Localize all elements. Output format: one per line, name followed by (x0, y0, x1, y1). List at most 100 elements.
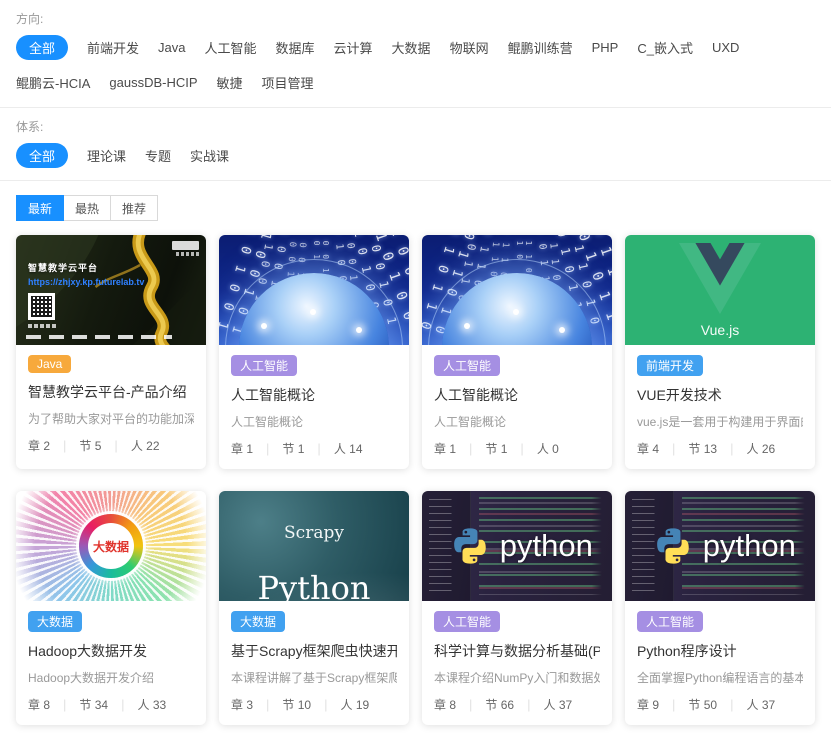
category-badge: 大数据 (231, 611, 285, 632)
python-logo-icon (449, 525, 491, 567)
python-wordmark: python (703, 528, 796, 564)
direction-tag-cloud[interactable]: 云计算 (334, 35, 373, 60)
glow-dot (261, 323, 267, 329)
course-card-vue[interactable]: Vue.js 前端开发 VUE开发技术 vue.js是一套用于构建用于界面的..… (625, 235, 815, 469)
stat-separator: | (672, 697, 675, 712)
vuejs-wordmark: Vue.js (701, 322, 739, 338)
chapter-count: 章 2 (28, 437, 50, 454)
course-title: VUE开发技术 (637, 385, 803, 405)
section-count: 节 10 (282, 696, 311, 713)
course-card-scrapy[interactable]: Scrapy Python 大数据 基于Scrapy框架爬虫快速开发(... 本… (219, 491, 409, 725)
card-body: 大数据 基于Scrapy框架爬虫快速开发(... 本课程讲解了基于Scrapy框… (219, 601, 409, 725)
stat-separator: | (266, 441, 269, 456)
stat-separator: | (324, 697, 327, 712)
direction-filter-label: 方向: (16, 10, 815, 27)
section-divider (0, 180, 831, 181)
sort-hottest-button[interactable]: 最热 (63, 195, 111, 221)
sort-latest-button[interactable]: 最新 (16, 195, 64, 221)
chapter-count: 章 4 (637, 440, 659, 457)
system-filter-label: 体系: (16, 118, 815, 135)
direction-tag-database[interactable]: 数据库 (276, 35, 315, 60)
direction-tag-kunpeng-camp[interactable]: 鲲鹏训练营 (508, 35, 573, 60)
card-body: 人工智能 Python程序设计 全面掌握Python编程语言的基本语... 章 … (625, 601, 815, 725)
people-count: 人 14 (334, 440, 363, 457)
direction-tag-java[interactable]: Java (158, 37, 185, 58)
course-stats: 章 9| 节 50| 人 37 (637, 696, 803, 713)
direction-filter-section: 方向: 全部 前端开发 Java 人工智能 数据库 云计算 大数据 物联网 鲲鹏… (16, 10, 815, 95)
direction-tag-list: 全部 前端开发 Java 人工智能 数据库 云计算 大数据 物联网 鲲鹏训练营 … (16, 35, 806, 95)
category-badge: 大数据 (28, 611, 82, 632)
stat-separator: | (730, 697, 733, 712)
course-card-hadoop[interactable]: 大数据 大数据 Hadoop大数据开发 Hadoop大数据开发介绍 章 8| 节… (16, 491, 206, 725)
vuejs-logo-icon (679, 243, 761, 314)
direction-tag-iot[interactable]: 物联网 (450, 35, 489, 60)
cover-platform-url: https://zhjxy.kp.futurelab.tv (28, 277, 144, 287)
direction-tag-project-mgmt[interactable]: 项目管理 (262, 70, 314, 95)
direction-tag-kunpeng-hcia[interactable]: 鲲鹏云-HCIA (16, 70, 90, 95)
stat-separator: | (520, 441, 523, 456)
direction-tag-uxd[interactable]: UXD (712, 37, 739, 58)
course-card-ai-intro-2[interactable]: 0 1 1 0 1 0 0 1 0 1 1 0 0 1 1 0 1 0 0 1 … (422, 235, 612, 469)
cover-footer-tags (26, 335, 172, 339)
direction-tag-frontend[interactable]: 前端开发 (87, 35, 139, 60)
category-badge: Java (28, 355, 71, 373)
card-body: 人工智能 人工智能概论 人工智能概论 章 1| 节 1| 人 14 (219, 345, 409, 469)
course-card-scientific-computing[interactable]: python 人工智能 科学计算与数据分析基础(Pyth... 本课程介绍Num… (422, 491, 612, 725)
direction-tag-ai[interactable]: 人工智能 (205, 35, 257, 60)
stat-separator: | (317, 441, 320, 456)
people-count: 人 37 (543, 696, 572, 713)
chapter-count: 章 8 (434, 696, 456, 713)
section-divider (0, 107, 831, 108)
course-cover-python-code: python (625, 491, 815, 601)
system-tag-theory[interactable]: 理论课 (87, 143, 126, 168)
category-badge: 人工智能 (231, 355, 297, 376)
course-description: 全面掌握Python编程语言的基本语... (637, 669, 803, 686)
system-tag-practice[interactable]: 实战课 (190, 143, 229, 168)
direction-tag-c-embedded[interactable]: C_嵌入式 (637, 35, 693, 60)
course-description: 人工智能概论 (231, 413, 397, 430)
card-body: 大数据 Hadoop大数据开发 Hadoop大数据开发介绍 章 8| 节 34|… (16, 601, 206, 725)
course-title: 基于Scrapy框架爬虫快速开发(... (231, 641, 397, 661)
course-stats: 章 3| 节 10| 人 19 (231, 696, 397, 713)
course-card-ai-intro-1[interactable]: 1 0 0 1 0 1 1 0 1 0 0 1 1 0 0 1 0 1 1 0 … (219, 235, 409, 469)
chapter-count: 章 3 (231, 696, 253, 713)
course-description: Hadoop大数据开发介绍 (28, 669, 194, 686)
system-tag-all[interactable]: 全部 (16, 143, 68, 168)
course-stats: 章 1| 节 1| 人 0 (434, 440, 600, 457)
direction-tag-bigdata[interactable]: 大数据 (392, 35, 431, 60)
people-count: 人 26 (746, 440, 775, 457)
stat-separator: | (114, 438, 117, 453)
glow-dot (464, 323, 470, 329)
stat-separator: | (121, 697, 124, 712)
scrapy-wordmark: Scrapy (219, 523, 409, 543)
sort-recommended-button[interactable]: 推荐 (110, 195, 158, 221)
course-card-python-programming[interactable]: python 人工智能 Python程序设计 全面掌握Python编程语言的基本… (625, 491, 815, 725)
course-stats: 章 2| 节 5| 人 22 (28, 437, 194, 454)
category-badge: 人工智能 (434, 355, 500, 376)
glow-dot (356, 327, 362, 333)
qr-caption (28, 324, 58, 328)
card-body: Java 智慧教学云平台-产品介绍 为了帮助大家对平台的功能加深理... 章 2… (16, 345, 206, 466)
direction-tag-agile[interactable]: 敏捷 (217, 70, 243, 95)
direction-tag-all[interactable]: 全部 (16, 35, 68, 60)
course-cover-river-photo: 智慧教学云平台 https://zhjxy.kp.futurelab.tv (16, 235, 206, 345)
stat-separator: | (266, 697, 269, 712)
direction-tag-gaussdb-hcip[interactable]: gaussDB-HCIP (109, 72, 197, 93)
system-tag-topic[interactable]: 专题 (145, 143, 171, 168)
course-title: 智慧教学云平台-产品介绍 (28, 382, 194, 402)
course-cover-binary-globe: 1 0 0 1 0 1 1 0 1 0 0 1 1 0 0 1 0 1 1 0 … (219, 235, 409, 345)
chapter-count: 章 1 (434, 440, 456, 457)
people-count: 人 0 (537, 440, 559, 457)
python-wordmark: python (500, 528, 593, 564)
stat-separator: | (672, 441, 675, 456)
course-card-zhjxy[interactable]: 智慧教学云平台 https://zhjxy.kp.futurelab.tv Ja… (16, 235, 206, 469)
stat-separator: | (63, 438, 66, 453)
course-stats: 章 8| 节 34| 人 33 (28, 696, 194, 713)
chapter-count: 章 8 (28, 696, 50, 713)
cover-platform-title: 智慧教学云平台 (28, 261, 98, 274)
direction-tag-php[interactable]: PHP (592, 37, 619, 58)
section-count: 节 5 (79, 437, 101, 454)
category-badge: 人工智能 (434, 611, 500, 632)
course-cover-python-code: python (422, 491, 612, 601)
python-logo-icon (652, 525, 694, 567)
